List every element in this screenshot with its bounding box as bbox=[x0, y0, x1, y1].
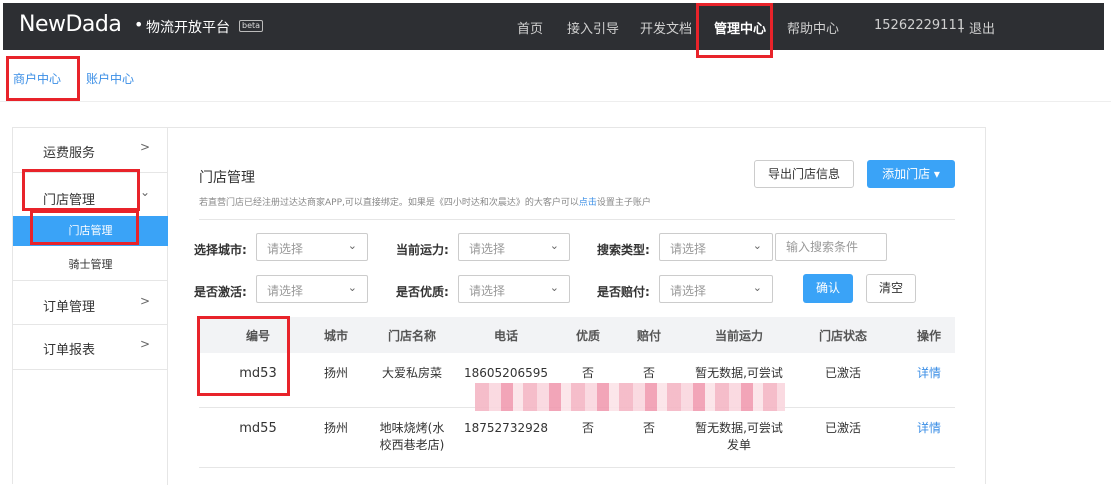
filter-label-compensation: 是否赔付: bbox=[597, 285, 650, 299]
col-header-status: 门店状态 bbox=[818, 329, 868, 343]
logout-link[interactable]: 退出 bbox=[969, 18, 995, 37]
clear-button[interactable]: 清空 bbox=[866, 274, 916, 303]
divider bbox=[199, 219, 955, 220]
cell-capacity: 暂无数据,可尝试 bbox=[695, 421, 783, 435]
compensation-select[interactable]: 请选择 ⌄ bbox=[659, 275, 773, 303]
search-input[interactable]: 输入搜索条件 bbox=[775, 233, 887, 261]
cell-store-name: 大爱私房菜 bbox=[381, 366, 443, 380]
nav-home[interactable]: 首页 bbox=[517, 18, 543, 37]
highlight-id-column bbox=[197, 316, 290, 396]
cell-city: 扬州 bbox=[323, 366, 349, 380]
chevron-down-icon: ⌄ bbox=[347, 281, 357, 294]
description-text-end: 设置主子账户 bbox=[596, 198, 651, 208]
cell-phone: 18605206595 bbox=[464, 366, 548, 380]
city-select[interactable]: 请选择 ⌄ bbox=[256, 233, 368, 261]
user-phone[interactable]: 15262229111 bbox=[874, 18, 965, 33]
sidebar-item-label: 运费服务 bbox=[43, 146, 96, 161]
beta-badge: beta bbox=[239, 20, 264, 32]
nav-integration-guide[interactable]: 接入引导 bbox=[567, 18, 619, 37]
sidebar-item-freight-service[interactable]: 运费服务 > bbox=[13, 128, 168, 173]
cell-phone: 18752732928 bbox=[464, 421, 548, 435]
col-header-phone: 电话 bbox=[493, 329, 519, 343]
top-navbar: NewDada • 物流开放平台 beta 首页 接入引导 开发文档 管理中心 … bbox=[3, 3, 1104, 50]
highlight-store-management bbox=[22, 169, 140, 211]
col-header-quality: 优质 bbox=[575, 329, 601, 343]
highlight-management-center bbox=[696, 3, 773, 58]
sidebar-item-label: 订单管理 bbox=[43, 300, 96, 315]
col-header-compensation: 赔付 bbox=[636, 329, 662, 343]
add-store-button[interactable]: 添加门店 ▾ bbox=[867, 160, 955, 188]
logo-dot: • bbox=[134, 15, 144, 34]
chevron-down-icon: ⌄ bbox=[549, 239, 559, 252]
nav-help-center[interactable]: 帮助中心 bbox=[787, 18, 839, 37]
description-link[interactable]: 点击 bbox=[579, 198, 597, 208]
nav-separator: | bbox=[959, 18, 964, 33]
highlight-store-submenu bbox=[30, 210, 139, 245]
chevron-down-icon: ⌄ bbox=[347, 239, 357, 252]
cell-status: 已激活 bbox=[824, 421, 862, 435]
filter-label-capacity: 当前运力: bbox=[396, 243, 449, 257]
sidebar-item-order-management[interactable]: 订单管理 > bbox=[13, 280, 168, 325]
platform-title: 物流开放平台 bbox=[146, 20, 230, 36]
confirm-button[interactable]: 确认 bbox=[803, 274, 853, 303]
tab-account-center[interactable]: 账户中心 bbox=[86, 70, 134, 87]
description-text: 若直营门店已经注册过达达商家APP,可以直接绑定。如果是《四小时达和次晨达》的大… bbox=[199, 198, 579, 208]
cell-store-name-line2: 校西巷老店) bbox=[379, 438, 445, 452]
select-placeholder: 请选择 bbox=[469, 284, 506, 298]
content-area: 门店管理 若直营门店已经注册过达达商家APP,可以直接绑定。如果是《四小时达和次… bbox=[169, 128, 985, 485]
col-header-capacity: 当前运力 bbox=[714, 329, 764, 343]
cell-id: md55 bbox=[239, 421, 277, 436]
quality-select[interactable]: 请选择 ⌄ bbox=[458, 275, 570, 303]
sidebar-item-label: 订单报表 bbox=[43, 343, 96, 358]
select-placeholder: 请选择 bbox=[670, 284, 707, 298]
nav-developer-docs[interactable]: 开发文档 bbox=[640, 18, 692, 37]
chevron-down-icon: ⌄ bbox=[752, 239, 762, 252]
cell-city: 扬州 bbox=[323, 421, 349, 435]
chevron-down-icon: ⌄ bbox=[752, 281, 762, 294]
chevron-right-icon: > bbox=[139, 337, 150, 351]
cell-capacity-line2: 发单 bbox=[726, 438, 752, 452]
cell-store-name: 地味烧烤(水 bbox=[379, 421, 445, 435]
select-placeholder: 请选择 bbox=[469, 242, 506, 256]
brand-logo[interactable]: NewDada bbox=[19, 12, 122, 37]
table-row: md55 扬州 地味烧烤(水 校西巷老店) 18752732928 否 否 暂无… bbox=[199, 408, 955, 468]
cell-capacity: 暂无数据,可尝试 bbox=[695, 366, 783, 380]
col-header-action: 操作 bbox=[916, 329, 942, 343]
filter-label-quality: 是否优质: bbox=[396, 285, 449, 299]
highlight-merchant-center bbox=[6, 56, 80, 101]
col-header-city: 城市 bbox=[323, 329, 349, 343]
chevron-down-icon: ⌄ bbox=[139, 185, 150, 199]
page-title: 门店管理 bbox=[199, 170, 255, 186]
privacy-blur bbox=[475, 383, 785, 411]
chevron-down-icon: ⌄ bbox=[549, 281, 559, 294]
table-header: 编号 城市 门店名称 电话 优质 赔付 当前运力 门店状态 操作 bbox=[199, 317, 955, 353]
main-panel: 运费服务 > 门店管理 ⌄ 门店管理 骑士管理 订单管理 > 订单报表 > 门店… bbox=[12, 127, 986, 485]
sub-tabs: 商户中心 账户中心 bbox=[0, 50, 1111, 102]
detail-link[interactable]: 详情 bbox=[917, 365, 941, 382]
col-header-store-name: 门店名称 bbox=[387, 329, 437, 343]
export-store-info-button[interactable]: 导出门店信息 bbox=[754, 160, 854, 188]
sidebar-subitem-rider-management[interactable]: 骑士管理 bbox=[13, 250, 168, 280]
chevron-right-icon: > bbox=[139, 294, 150, 308]
select-placeholder: 请选择 bbox=[670, 242, 707, 256]
cell-compensation: 否 bbox=[642, 421, 656, 435]
filter-label-city: 选择城市: bbox=[194, 243, 247, 257]
cell-compensation: 否 bbox=[642, 366, 656, 380]
select-placeholder: 请选择 bbox=[267, 284, 304, 298]
capacity-select[interactable]: 请选择 ⌄ bbox=[458, 233, 570, 261]
sidebar-item-order-reports[interactable]: 订单报表 > bbox=[13, 325, 168, 370]
filter-label-search-type: 搜索类型: bbox=[597, 243, 650, 257]
cell-quality: 否 bbox=[581, 366, 595, 380]
cell-status: 已激活 bbox=[824, 366, 862, 380]
detail-link[interactable]: 详情 bbox=[917, 420, 941, 437]
cell-quality: 否 bbox=[581, 421, 595, 435]
chevron-right-icon: > bbox=[139, 140, 150, 154]
page-description: 若直营门店已经注册过达达商家APP,可以直接绑定。如果是《四小时达和次晨达》的大… bbox=[199, 195, 651, 208]
activated-select[interactable]: 请选择 ⌄ bbox=[256, 275, 368, 303]
select-placeholder: 请选择 bbox=[267, 242, 304, 256]
filter-label-activated: 是否激活: bbox=[194, 285, 247, 299]
search-type-select[interactable]: 请选择 ⌄ bbox=[659, 233, 773, 261]
